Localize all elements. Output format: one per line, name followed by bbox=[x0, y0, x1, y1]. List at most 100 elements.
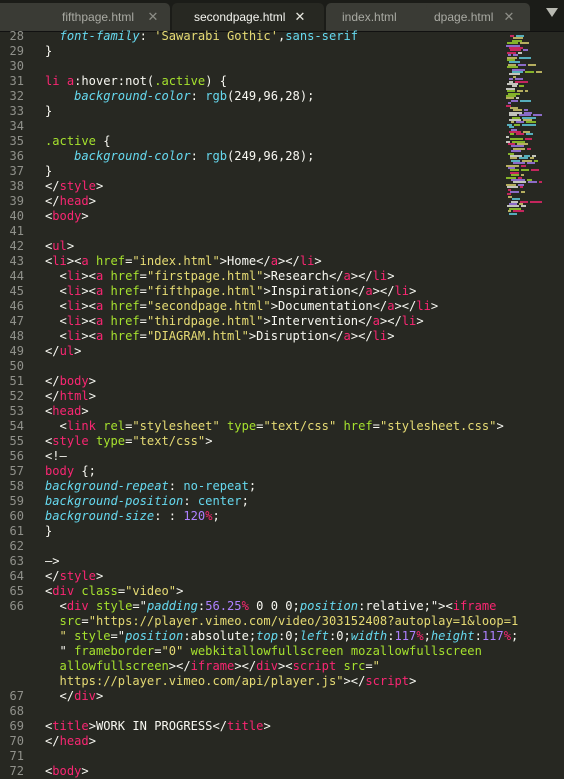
close-icon[interactable]: ✕ bbox=[502, 3, 516, 31]
code-token: src bbox=[343, 659, 366, 673]
code-token: ></ bbox=[343, 674, 366, 688]
code-token: font-family bbox=[45, 29, 140, 43]
code-token: "0" bbox=[161, 644, 184, 658]
code-line: —> bbox=[45, 554, 60, 569]
code-token: < bbox=[45, 269, 67, 283]
code-token: >Intervention</ bbox=[263, 314, 373, 328]
code-token: } bbox=[45, 524, 53, 538]
line-number: 31 bbox=[9, 74, 24, 88]
code-token: : bbox=[139, 29, 155, 43]
tab-index[interactable]: index.html bbox=[326, 3, 436, 31]
code-token: > bbox=[66, 239, 75, 253]
line-number: 39 bbox=[9, 194, 24, 208]
code-token: li bbox=[66, 314, 82, 328]
close-icon[interactable]: ✕ bbox=[146, 3, 160, 31]
tab-dpage[interactable]: dpage.html ✕ bbox=[426, 3, 530, 31]
code-token: >< bbox=[81, 284, 96, 298]
code-token: rel bbox=[103, 419, 126, 433]
code-token: type bbox=[95, 434, 126, 448]
code-token: "text/css" bbox=[263, 419, 337, 433]
code-token: frameborder bbox=[74, 644, 155, 658]
code-token: —> bbox=[45, 554, 60, 568]
code-token: ; bbox=[248, 479, 257, 493]
tab-fifthpage[interactable]: fifthpage.html ✕ bbox=[0, 3, 170, 31]
line-number: 64 bbox=[9, 569, 24, 583]
line-number: 63 bbox=[9, 554, 24, 568]
line-number: 37 bbox=[9, 164, 24, 178]
minimap-line bbox=[511, 99, 518, 102]
code-token: background-color bbox=[45, 149, 191, 163]
code-token: > bbox=[205, 434, 213, 448]
code-token: ></ bbox=[394, 299, 417, 313]
code-token: "fifthpage.html" bbox=[146, 284, 264, 298]
line-number: 58 bbox=[9, 479, 24, 493]
line-number: 56 bbox=[9, 449, 24, 463]
code-token: width bbox=[350, 629, 388, 643]
code-token: "text/css" bbox=[132, 434, 206, 448]
code-token: ; bbox=[212, 509, 220, 523]
tab-label: dpage.html bbox=[434, 10, 494, 24]
code-token: > bbox=[409, 284, 417, 298]
code-token: > bbox=[81, 209, 89, 223]
code-token: > bbox=[263, 719, 271, 733]
line-number: 50 bbox=[9, 359, 24, 373]
line-number: 42 bbox=[9, 239, 24, 253]
minimap-line bbox=[519, 85, 524, 88]
close-icon[interactable]: ✕ bbox=[293, 3, 307, 31]
code-token: " bbox=[45, 629, 67, 643]
code-token: style bbox=[52, 434, 89, 448]
tab-secondpage[interactable]: secondpage.html ✕ bbox=[172, 3, 324, 31]
line-number: 35 bbox=[9, 134, 24, 148]
code-line: </body> bbox=[45, 374, 96, 389]
code-token: =" bbox=[110, 629, 126, 643]
code-token: :relative;">< bbox=[358, 599, 453, 613]
code-token: li bbox=[66, 329, 82, 343]
code-token: >< bbox=[66, 254, 82, 268]
code-token: > bbox=[95, 179, 104, 193]
minimap-line bbox=[516, 133, 524, 136]
minimap-line bbox=[530, 200, 542, 203]
code-token: rgb bbox=[205, 89, 228, 103]
line-number: 41 bbox=[9, 224, 24, 238]
code-token: :0; bbox=[278, 629, 300, 643]
code-token: > bbox=[416, 314, 424, 328]
code-token: " bbox=[372, 659, 380, 673]
line-number: 43 bbox=[9, 254, 24, 268]
minimap-line bbox=[521, 169, 529, 172]
code-token: position bbox=[299, 599, 359, 613]
code-token: li bbox=[416, 299, 431, 313]
code-line: <div style="padding:56.25% 0 0 0;positio… bbox=[45, 599, 497, 614]
code-token: </ bbox=[45, 689, 75, 703]
code-token: : : bbox=[154, 509, 184, 523]
code-token: </ bbox=[45, 344, 60, 358]
code-token: > bbox=[88, 194, 96, 208]
code-line: li a:hover:not(.active) { bbox=[45, 74, 227, 89]
code-token: >Disruption</ bbox=[248, 329, 344, 343]
code-token: href bbox=[110, 299, 140, 313]
code-area[interactable]: font-family: 'Sawarabi Gothic',sans-seri… bbox=[45, 29, 518, 778]
chevron-down-icon[interactable] bbox=[546, 8, 558, 17]
code-token: class bbox=[81, 584, 118, 598]
minimap-line bbox=[506, 135, 509, 138]
minimap-line bbox=[539, 181, 542, 184]
code-token: ></ bbox=[350, 269, 373, 283]
code-line: <body> bbox=[45, 209, 89, 224]
code-token: </ bbox=[45, 179, 60, 193]
code-token: a bbox=[365, 284, 373, 298]
code-token: : bbox=[190, 149, 206, 163]
code-line: </style> bbox=[45, 179, 103, 194]
code-token: > bbox=[95, 689, 104, 703]
minimap-line bbox=[509, 212, 517, 215]
minimap-line bbox=[523, 49, 528, 52]
minimap[interactable] bbox=[500, 31, 564, 778]
line-number: 71 bbox=[9, 749, 24, 763]
code-token: : bbox=[190, 89, 206, 103]
code-token: href bbox=[110, 269, 140, 283]
minimap-line bbox=[525, 71, 534, 73]
code-token: sans-serif bbox=[285, 29, 359, 43]
code-editor[interactable]: 28 29 30 31 32 33 34 35 36 37 38 39 40 41 42 43 44 45 46 47… bbox=[0, 29, 519, 778]
code-token: href bbox=[343, 419, 373, 433]
